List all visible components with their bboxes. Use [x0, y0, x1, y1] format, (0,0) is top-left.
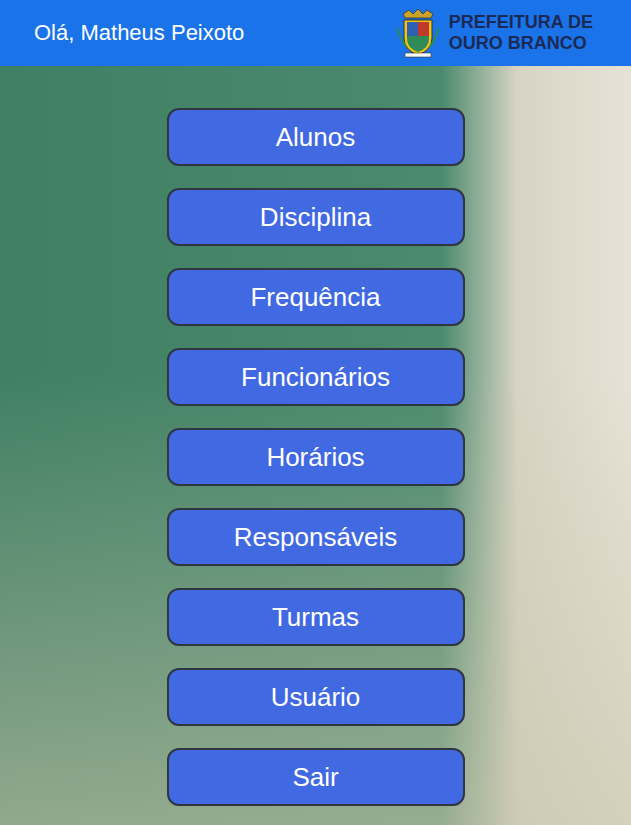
- logo-line: OURO BRANCO: [449, 33, 593, 54]
- coat-of-arms-icon: [395, 8, 441, 58]
- menu-button[interactable]: Funcionários: [167, 348, 465, 406]
- menu-button[interactable]: Frequência: [167, 268, 465, 326]
- menu-button[interactable]: Responsáveis: [167, 508, 465, 566]
- prefeitura-logo: PREFEITURA DEOURO BRANCO: [395, 8, 593, 58]
- app-page: Olá, Matheus Peixoto PREFEITURA DEOURO BR…: [0, 0, 631, 825]
- header-bar: Olá, Matheus Peixoto PREFEITURA DEOURO BR…: [0, 0, 631, 66]
- menu-button[interactable]: Turmas: [167, 588, 465, 646]
- logo-line: PREFEITURA DE: [449, 12, 593, 33]
- menu-button[interactable]: Disciplina: [167, 188, 465, 246]
- logo-text: PREFEITURA DEOURO BRANCO: [449, 12, 593, 53]
- greeting: Olá, Matheus Peixoto: [34, 20, 244, 46]
- menu-button[interactable]: Horários: [167, 428, 465, 486]
- menu-button[interactable]: Sair: [167, 748, 465, 806]
- menu-button[interactable]: Alunos: [167, 108, 465, 166]
- classroom-background: Alunos Disciplina Frequência Funcionários Ho…: [0, 66, 631, 825]
- menu-button[interactable]: Usuário: [167, 668, 465, 726]
